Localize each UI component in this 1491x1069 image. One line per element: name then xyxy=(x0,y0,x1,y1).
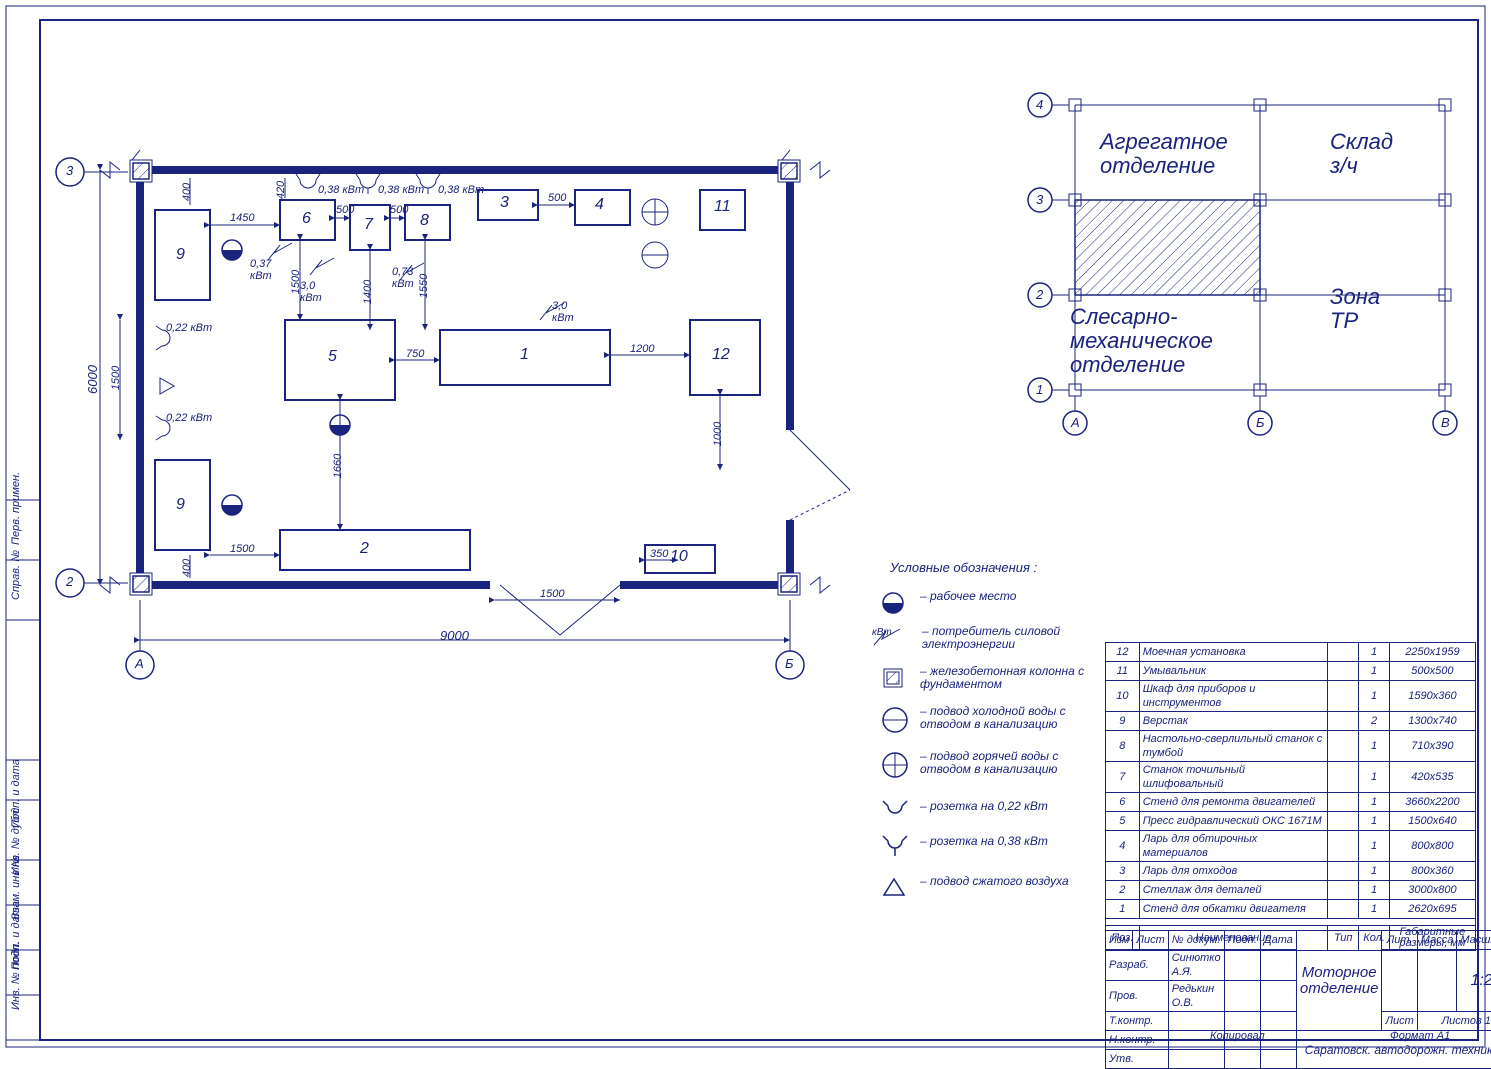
svg-text:кВт: кВт xyxy=(872,627,892,638)
keyplan-bottom-right: ЗонаТР xyxy=(1330,285,1380,333)
dim-1550: 1550 xyxy=(418,274,430,298)
equip-label-9b: 9 xyxy=(176,496,185,514)
dim-1400: 1400 xyxy=(362,280,374,304)
dim-500a: 500 xyxy=(336,204,354,216)
equip-label-4: 4 xyxy=(595,196,604,214)
equip-label-8: 8 xyxy=(420,212,429,230)
kp-A: А xyxy=(1071,415,1080,430)
equip-label-1: 1 xyxy=(520,346,529,364)
kp-4: 4 xyxy=(1036,97,1043,112)
dim-350: 350 xyxy=(650,548,668,560)
kp-3: 3 xyxy=(1036,192,1043,207)
axis-2: 2 xyxy=(66,574,73,589)
legend-title: Условные обозначения : xyxy=(890,560,1037,575)
legend-power: кВт – потребитель силовой электроэнергии xyxy=(870,625,1102,651)
equip-label-2: 2 xyxy=(360,540,369,558)
dim-6000: 6000 xyxy=(85,365,100,394)
legend-hotwater: – подвод горячей воды с отводом в канали… xyxy=(880,750,1100,776)
legend-workplace: – рабочее место xyxy=(880,590,1016,603)
axis-A: А xyxy=(135,656,144,671)
legend-air: – подвод сжатого воздуха xyxy=(880,875,1069,888)
kp-V: В xyxy=(1441,415,1450,430)
equip-label-9a: 9 xyxy=(176,246,185,264)
equip-label-11: 11 xyxy=(714,198,731,216)
equip-label-7: 7 xyxy=(364,216,373,234)
kopirov: Копировал xyxy=(1210,1030,1265,1042)
keyplan-top-left: Агрегатноеотделение xyxy=(1100,130,1228,178)
equip-label-10: 10 xyxy=(670,548,688,566)
pw-037: 0,37кВт xyxy=(250,258,272,282)
drawing-title: Моторноеотделение xyxy=(1296,931,1382,1031)
axis-3: 3 xyxy=(66,163,73,178)
dim-1450: 1450 xyxy=(230,212,254,224)
keyplan-top-right: Складз/ч xyxy=(1330,130,1393,178)
equip-label-5: 5 xyxy=(328,348,337,366)
dim-400b: 400 xyxy=(181,559,193,577)
dim-9000: 9000 xyxy=(440,628,469,643)
axis-B: Б xyxy=(785,656,793,671)
equip-label-3: 3 xyxy=(500,194,509,212)
dim-1200: 1200 xyxy=(630,343,654,355)
equip-label-12: 12 xyxy=(712,346,730,364)
legend-column: – железобетонная колонна с фундаментом xyxy=(880,665,1100,691)
keyplan-bottom-left: Слесарно-механическоеотделение xyxy=(1070,305,1213,377)
pw-073: 0,73кВт xyxy=(392,266,414,290)
dim-500c: 500 xyxy=(548,192,566,204)
dim-1500b: 1500 xyxy=(230,543,254,555)
dim-400a: 400 xyxy=(181,183,193,201)
kp-1: 1 xyxy=(1036,382,1043,397)
title-block: Изм Лист № докум. Подп. Дата Моторноеотд… xyxy=(1105,930,1491,1069)
legend-sock022: – розетка на 0,22 кВт xyxy=(880,800,1048,813)
pw-038a: 0,38 кВт xyxy=(318,184,364,196)
pw-30b: 3,0кВт xyxy=(552,300,574,324)
dim-750: 750 xyxy=(406,348,424,360)
dim-1500v: 1500 xyxy=(110,366,122,390)
equip-label-6: 6 xyxy=(302,210,311,228)
pw-038b: 0,38 кВт xyxy=(378,184,424,196)
sidebar-6: Перв. примен. xyxy=(10,472,22,545)
dim-1500c: 1500 xyxy=(540,588,564,600)
pw-022a: 0,22 кВт xyxy=(166,322,212,334)
sidebar-4: Подп. и дата xyxy=(10,759,22,828)
dim-1660: 1660 xyxy=(332,454,344,478)
pw-30: 3,0кВт xyxy=(300,280,322,304)
pw-038c: 0,38 кВт xyxy=(438,184,484,196)
legend-coldwater: – подвод холодной воды с отводом в канал… xyxy=(880,705,1100,731)
spec-table: 12Моечная установка12250х195911Умывальни… xyxy=(1105,642,1476,951)
kp-B: Б xyxy=(1256,415,1264,430)
kp-2: 2 xyxy=(1036,287,1043,302)
format: Формат А1 xyxy=(1390,1030,1450,1042)
legend-sock038: – розетка на 0,38 кВт xyxy=(880,835,1048,848)
dim-1000: 1000 xyxy=(712,422,724,446)
sidebar-5: Справ. № xyxy=(10,550,22,600)
dim-420: 420 xyxy=(275,181,287,199)
pw-022b: 0,22 кВт xyxy=(166,412,212,424)
dim-500b: 500 xyxy=(390,204,408,216)
